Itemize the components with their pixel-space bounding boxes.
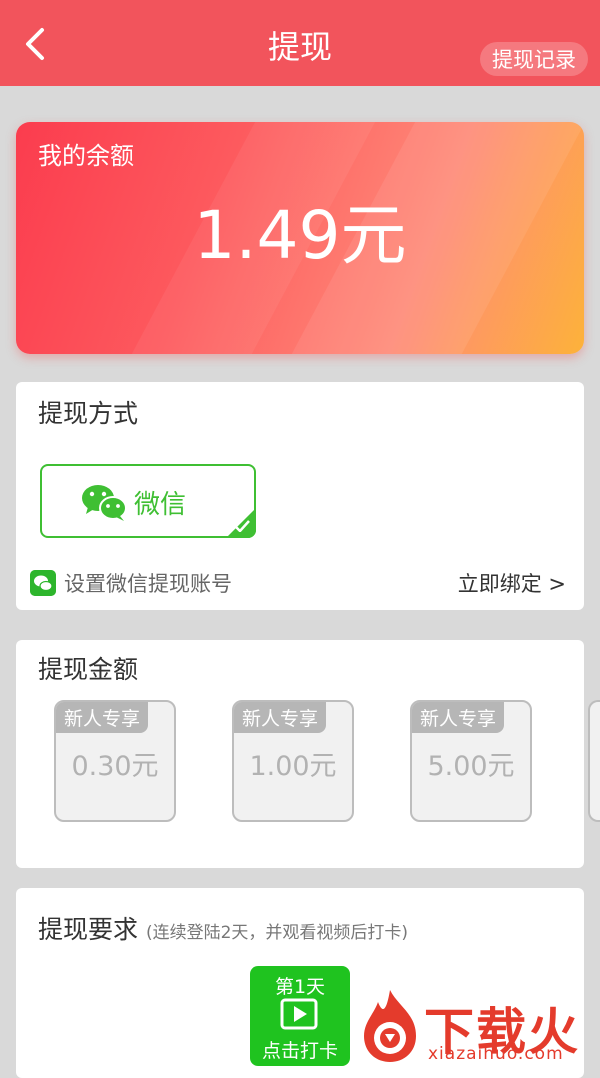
checkin-button[interactable]: 第1天 点击打卡 [250,966,350,1066]
balance-value: 1.49元 [193,197,407,274]
amount-option[interactable]: 新人专享 5.00元 [410,700,532,822]
amount-value: 1.00元 [249,751,337,782]
withdraw-requirement-title: 提现要求 (连续登陆2天，并观看视频后打卡) [38,910,408,946]
amount-option[interactable]: 新人专享 0.30元 [54,700,176,822]
new-user-badge: 新人专享 [412,702,505,733]
bind-wechat-label: 设置微信提现账号 [64,572,232,596]
bind-wechat-row[interactable]: 设置微信提现账号 立即绑定 > [30,568,566,598]
checkin-day-label: 第1天 [274,976,326,998]
withdraw-amount-title: 提现金额 [38,655,139,684]
withdraw-method-panel: 提现方式 微信 设置微信提现账号 立即绑定 > [16,382,584,610]
requirement-note: (连续登陆2天，并观看视频后打卡) [145,923,409,943]
wechat-icon [82,485,127,521]
withdraw-amount-panel: 提现金额 新人专享 0.30元 新人专享 1.00元 新人专享 5.00元 [16,640,600,868]
amount-option-partial[interactable] [588,700,600,822]
balance-card: 我的余额 1.49元 [16,122,584,354]
new-user-badge: 新人专享 [56,702,149,733]
watermark-url: xiazaihuo.com [428,1044,564,1064]
play-video-icon [280,998,318,1030]
balance-label: 我的余额 [38,142,134,170]
bind-now-link[interactable]: 立即绑定 > [458,568,566,598]
checkin-label: 点击打卡 [261,1040,338,1062]
withdraw-record-button[interactable]: 提现记录 [480,42,588,76]
flame-logo-icon [364,990,416,1062]
checkmark-icon [234,520,250,532]
header-bar: 提现 提现记录 [0,0,600,86]
amount-option[interactable]: 新人专享 1.00元 [232,700,354,822]
new-user-badge: 新人专享 [234,702,327,733]
watermark-logo: 下载火 xiazaihuo.com [356,984,600,1067]
wechat-method-option[interactable]: 微信 [40,464,256,538]
amount-value: 5.00元 [427,751,515,782]
amount-value: 0.30元 [71,751,159,782]
wechat-small-icon [30,570,56,596]
withdraw-method-title: 提现方式 [38,399,139,428]
requirement-title: 提现要求 [38,915,139,944]
wechat-label: 微信 [134,490,187,520]
